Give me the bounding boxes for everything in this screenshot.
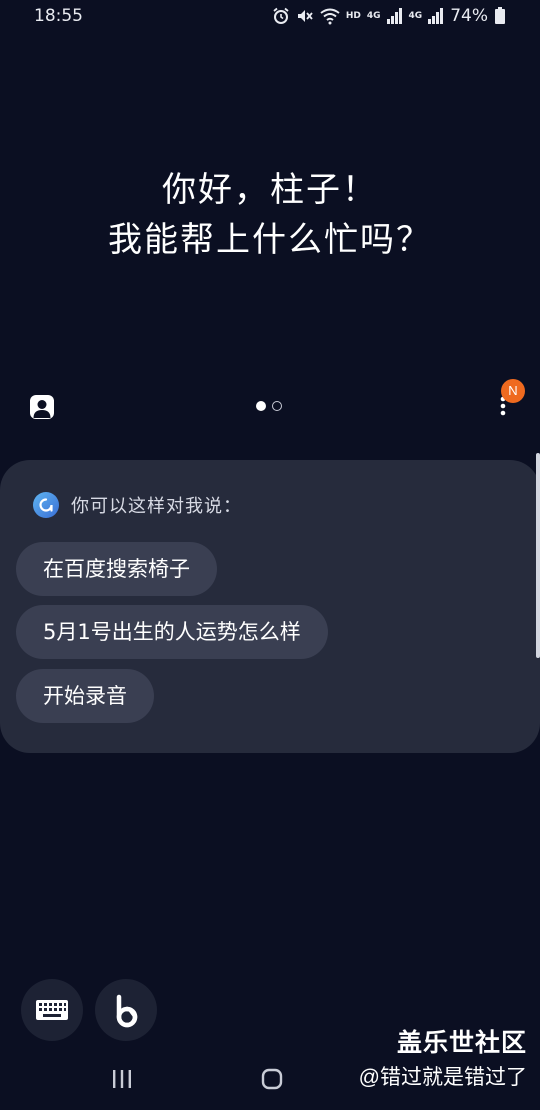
greeting-line-1: 你好，柱子！ (162, 170, 378, 210)
suggestions-card: 你可以这样对我说： 在百度搜索椅子 5月1号出生的人运势怎么样 开始录音 (0, 460, 540, 753)
keyboard-icon (36, 1000, 68, 1020)
profile-icon[interactable] (30, 395, 54, 419)
greeting-line-2: 我能帮上什么忙吗？ (108, 220, 432, 260)
bixby-voice-button[interactable] (95, 979, 157, 1041)
keyboard-button[interactable] (21, 979, 83, 1041)
notification-badge: N (501, 379, 525, 403)
watermark-brand: 盖乐世社区 (396, 1029, 527, 1057)
suggestion-chip[interactable]: 开始录音 (16, 669, 154, 723)
bixby-b-icon (116, 994, 138, 1028)
battery-icon (495, 7, 505, 24)
wifi-icon (320, 8, 340, 25)
signal-icon (386, 8, 402, 24)
battery-percent: 74% (450, 6, 488, 26)
watermark-user: @错过就是错过了 (358, 1066, 527, 1089)
suggestions-header: 你可以这样对我说： (33, 492, 242, 518)
page-indicator (256, 401, 282, 411)
edge-panel-handle[interactable] (536, 453, 540, 658)
suggestion-chip[interactable]: 5月1号出生的人运势怎么样 (16, 605, 328, 659)
suggestion-chip[interactable]: 在百度搜索椅子 (16, 542, 217, 596)
home-icon[interactable] (261, 1068, 283, 1090)
network-label: 4G (366, 10, 381, 21)
status-time: 18:55 (34, 6, 83, 26)
greeting: 你好，柱子！ 我能帮上什么忙吗？ (0, 165, 540, 265)
page-dot-active (256, 401, 266, 411)
recents-icon[interactable] (110, 1069, 134, 1089)
signal-icon-2 (428, 8, 444, 24)
network-label-2: 4G (408, 10, 423, 21)
alarm-icon (273, 7, 289, 24)
status-icons: HD 4G 4G 74% (272, 6, 506, 26)
bixby-logo-icon (33, 492, 59, 518)
mute-icon (297, 10, 313, 22)
suggestions-title: 你可以这样对我说： (71, 496, 242, 517)
status-bar: 18:55 HD 4G 4G 74% (0, 0, 540, 34)
hd-label: HD (345, 10, 361, 21)
page-dot-inactive (272, 401, 282, 411)
